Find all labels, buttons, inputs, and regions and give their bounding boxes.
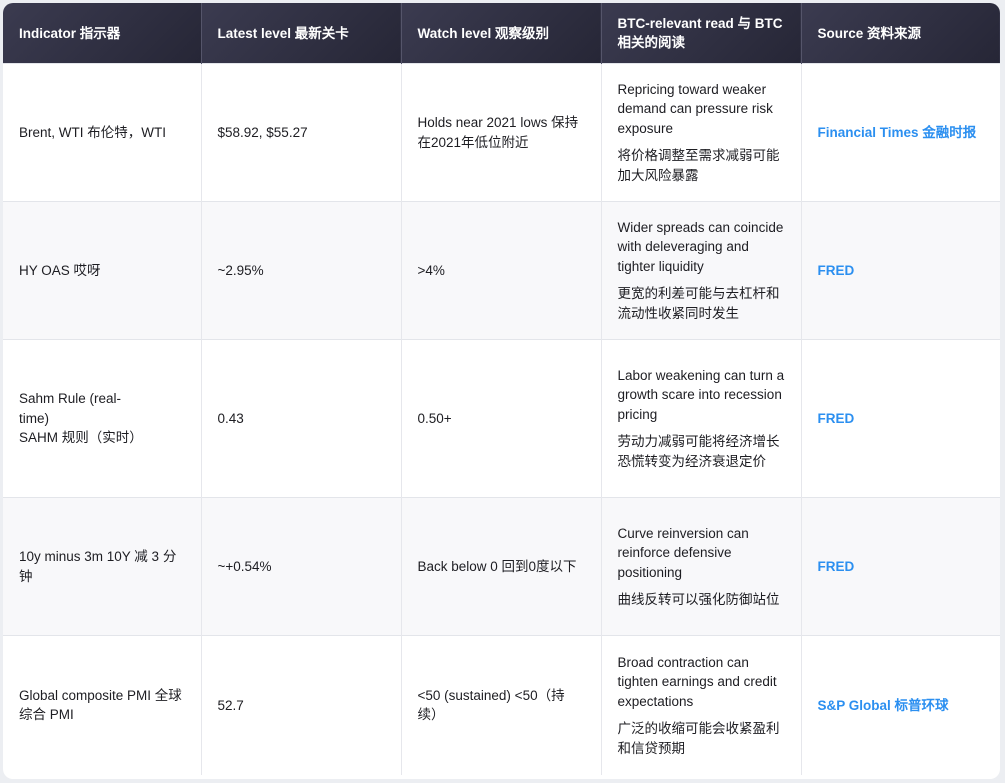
watch-level-cell: <50 (sustained) <50（持续） bbox=[401, 635, 602, 775]
watch-level-cell: >4% bbox=[401, 201, 602, 340]
table-row: Brent, WTI 布伦特，WTI $58.92, $55.27 Holds … bbox=[3, 63, 1000, 202]
read-zh: 广泛的收缩可能会收紧盈利和信贷预期 bbox=[617, 721, 780, 756]
watch-level-cell: Holds near 2021 lows 保持在2021年低位附近 bbox=[401, 63, 602, 202]
read-zh: 曲线反转可以强化防御站位 bbox=[617, 592, 780, 607]
indicator-table-card: Indicator 指示器 Latest level 最新关卡 Watch le… bbox=[3, 3, 1000, 779]
header-indicator: Indicator 指示器 bbox=[3, 3, 202, 64]
btc-read-cell: Curve reinversion can reinforce defensiv… bbox=[601, 497, 802, 636]
btc-read-cell: Repricing toward weaker demand can press… bbox=[601, 63, 802, 202]
read-en: Curve reinversion can reinforce defensiv… bbox=[617, 525, 749, 580]
table-header-row: Indicator 指示器 Latest level 最新关卡 Watch le… bbox=[3, 3, 1000, 64]
indicator-cell: Sahm Rule (real-time) SAHM 规则（实时） bbox=[3, 339, 202, 498]
source-link[interactable]: FRED bbox=[801, 339, 1000, 498]
read-en: Wider spreads can coincide with delevera… bbox=[617, 219, 784, 274]
latest-level-cell: $58.92, $55.27 bbox=[201, 63, 402, 202]
source-link[interactable]: FRED bbox=[801, 497, 1000, 636]
read-zh: 劳动力减弱可能将经济增长恐慌转变为经济衰退定价 bbox=[617, 434, 780, 469]
latest-level-cell: ~+0.54% bbox=[201, 497, 402, 636]
source-link[interactable]: FRED bbox=[801, 201, 1000, 340]
read-en: Labor weakening can turn a growth scare … bbox=[617, 367, 785, 422]
indicator-cell: Brent, WTI 布伦特，WTI bbox=[3, 63, 202, 202]
btc-read-cell: Labor weakening can turn a growth scare … bbox=[601, 339, 802, 498]
read-zh: 将价格调整至需求减弱可能加大风险暴露 bbox=[617, 148, 780, 183]
latest-level-cell: 0.43 bbox=[201, 339, 402, 498]
indicator-cell: 10y minus 3m 10Y 减 3 分钟 bbox=[3, 497, 202, 636]
indicator-en: Sahm Rule (real-time) bbox=[19, 391, 122, 426]
header-latest-level: Latest level 最新关卡 bbox=[201, 3, 402, 64]
indicator-cell: Global composite PMI 全球综合 PMI bbox=[3, 635, 202, 775]
table-row: Global composite PMI 全球综合 PMI 52.7 <50 (… bbox=[3, 635, 1000, 775]
table-row: 10y minus 3m 10Y 减 3 分钟 ~+0.54% Back bel… bbox=[3, 497, 1000, 636]
latest-level-cell: ~2.95% bbox=[201, 201, 402, 340]
latest-level-cell: 52.7 bbox=[201, 635, 402, 775]
source-link[interactable]: Financial Times 金融时报 bbox=[801, 63, 1000, 202]
table-row: HY OAS 哎呀 ~2.95% >4% Wider spreads can c… bbox=[3, 201, 1000, 340]
btc-read-cell: Broad contraction can tighten earnings a… bbox=[601, 635, 802, 775]
read-en: Repricing toward weaker demand can press… bbox=[617, 81, 773, 136]
read-zh: 更宽的利差可能与去杠杆和流动性收紧同时发生 bbox=[617, 286, 780, 321]
header-source: Source 资料来源 bbox=[801, 3, 1000, 64]
watch-level-cell: 0.50+ bbox=[401, 339, 602, 498]
btc-read-cell: Wider spreads can coincide with delevera… bbox=[601, 201, 802, 340]
indicator-zh: SAHM 规则（实时） bbox=[19, 430, 143, 446]
table-row: Sahm Rule (real-time) SAHM 规则（实时） 0.43 0.… bbox=[3, 339, 1000, 498]
header-btc-read: BTC-relevant read 与 BTC 相关的阅读 bbox=[601, 3, 802, 64]
read-en: Broad contraction can tighten earnings a… bbox=[617, 654, 777, 709]
watch-level-cell: Back below 0 回到0度以下 bbox=[401, 497, 602, 636]
source-link[interactable]: S&P Global 标普环球 bbox=[801, 635, 1000, 775]
indicator-table: Indicator 指示器 Latest level 最新关卡 Watch le… bbox=[3, 3, 1000, 775]
indicator-cell: HY OAS 哎呀 bbox=[3, 201, 202, 340]
header-watch-level: Watch level 观察级别 bbox=[401, 3, 602, 64]
